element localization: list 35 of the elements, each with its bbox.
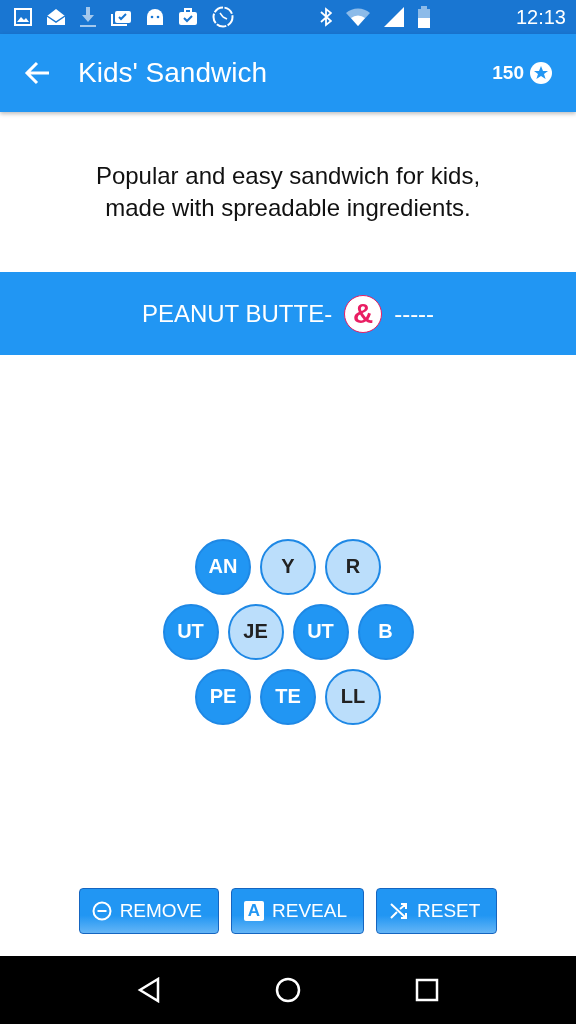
letter-tile[interactable]: JE [227, 603, 284, 660]
status-time: 12:13 [515, 5, 566, 29]
puzzle-description: Popular and easy sandwich for kids, made with spreadable ingredients. [94, 161, 482, 223]
download-icon [80, 7, 96, 27]
wifi-icon [345, 8, 370, 26]
mail-icon [46, 8, 66, 26]
letter-tile[interactable]: TE [260, 668, 316, 725]
remove-button[interactable]: REMOVE [78, 888, 219, 934]
letter-tile[interactable]: LL [325, 668, 381, 725]
signal-icon [383, 7, 404, 27]
clock-icon [212, 6, 234, 28]
letter-tile[interactable]: AN [195, 538, 251, 595]
recents-nav-button[interactable] [415, 978, 439, 1002]
score: 150 [492, 62, 524, 84]
reset-button[interactable]: RESET [376, 888, 498, 934]
home-nav-button[interactable] [275, 977, 301, 1003]
answer-text: PEANUT BUTTE- [141, 299, 333, 328]
letter-tile[interactable]: PE [195, 668, 251, 725]
letter-tile[interactable]: R [325, 538, 381, 595]
battery-icon [417, 6, 430, 28]
back-button[interactable] [24, 61, 50, 85]
screen-title: Kids' Sandwich [78, 57, 267, 89]
answer-text: ----- [394, 299, 435, 328]
ampersand-badge: & [344, 294, 383, 333]
image-icon [14, 8, 32, 26]
reveal-button[interactable]: A REVEAL [231, 888, 364, 934]
minus-circle-icon [91, 901, 112, 921]
letter-tile[interactable]: UT [162, 603, 219, 660]
bluetooth-icon [319, 7, 332, 27]
letter-icon: A [244, 901, 264, 921]
letter-tile[interactable]: B [357, 603, 414, 660]
back-nav-button[interactable] [137, 977, 161, 1003]
shuffle-icon [389, 901, 409, 921]
letter-tile[interactable]: UT [292, 603, 349, 660]
letter-tile[interactable]: Y [260, 538, 316, 595]
